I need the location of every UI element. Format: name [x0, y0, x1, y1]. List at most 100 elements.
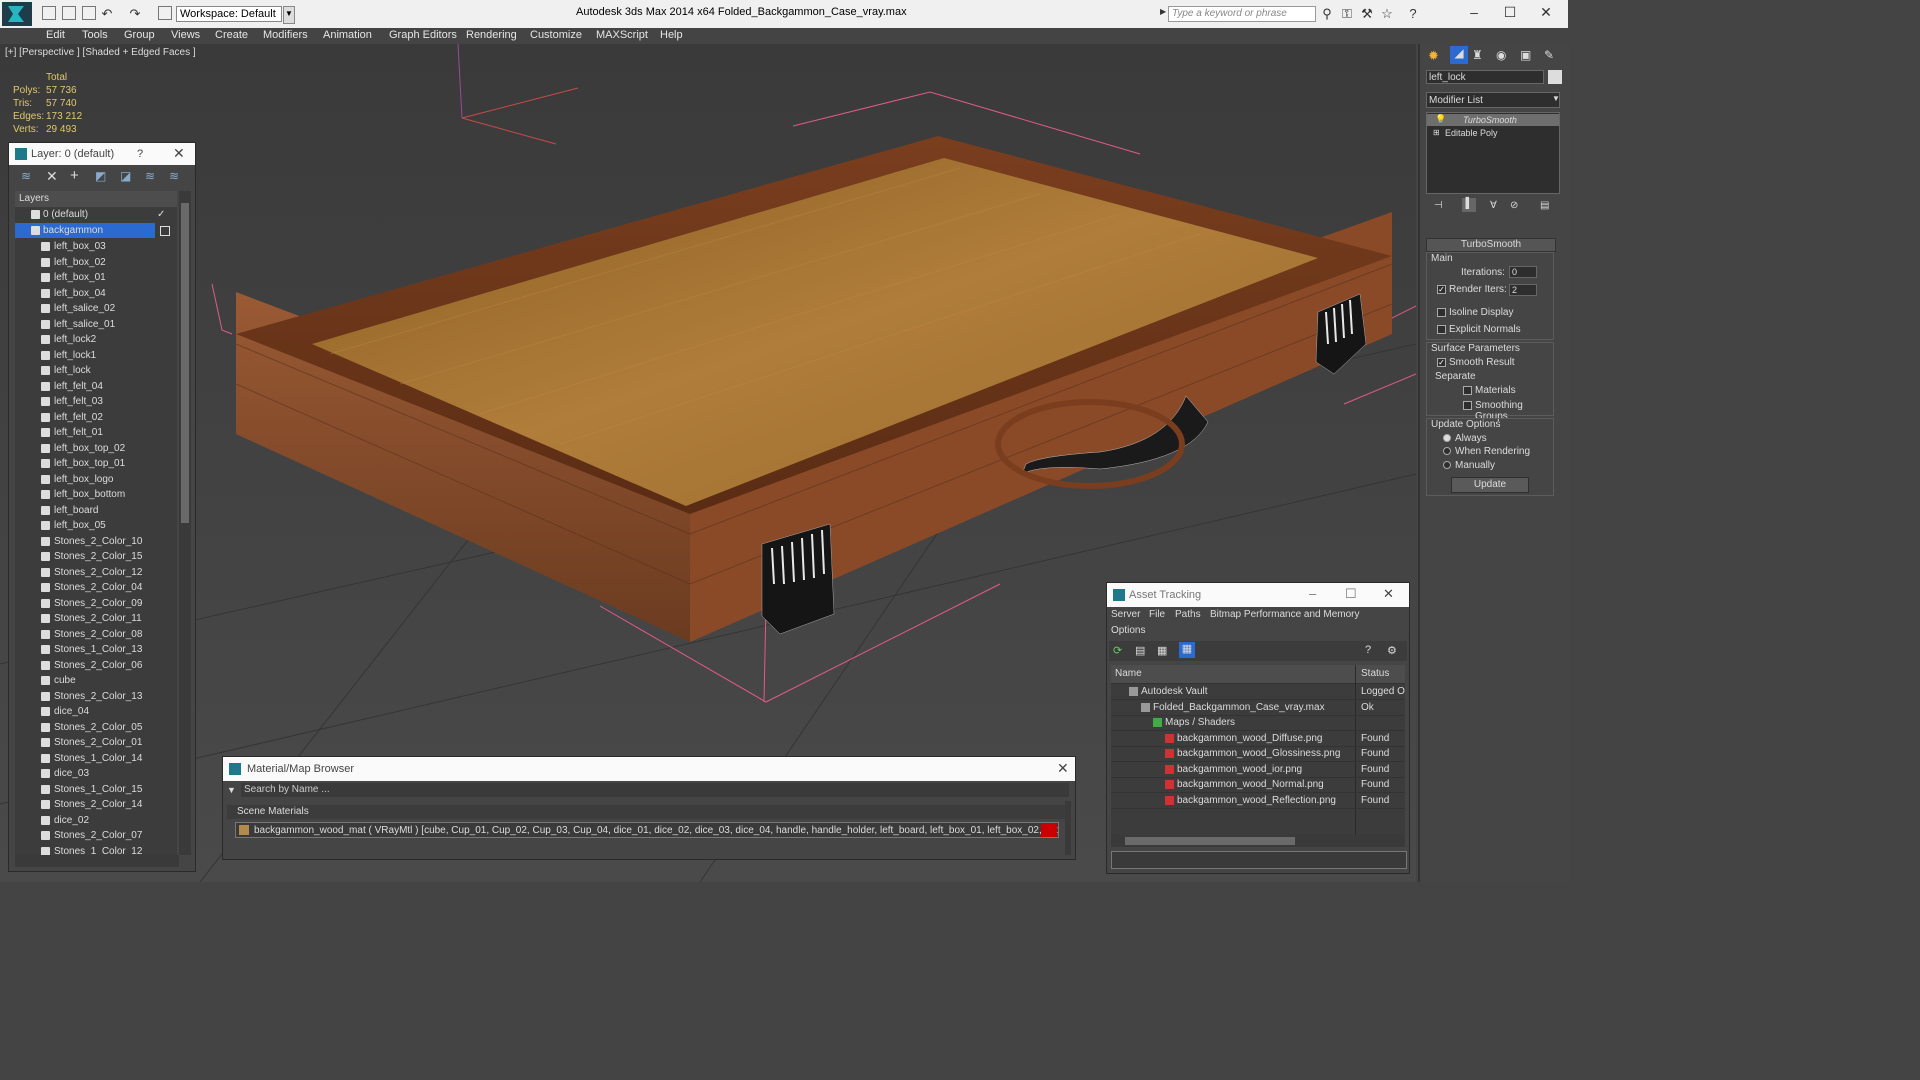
object-color-swatch[interactable]: [1548, 70, 1562, 84]
asset-maximize-icon[interactable]: ☐: [1345, 586, 1357, 602]
stack-item-editable-poly[interactable]: Editable Poly: [1427, 127, 1559, 139]
always-radio[interactable]: [1443, 434, 1451, 442]
favorites-star-icon[interactable]: ☆: [1380, 7, 1394, 21]
stack-item-turbosmooth[interactable]: TurboSmooth: [1427, 114, 1559, 126]
material-search-input[interactable]: Search by Name ...: [241, 783, 1069, 797]
asset-menu-server[interactable]: Server: [1111, 609, 1140, 620]
layer-object-row[interactable]: left_box_top_02: [15, 441, 175, 456]
layer-object-row[interactable]: left_lock2: [15, 332, 175, 347]
render-iters-spinner[interactable]: 2: [1509, 284, 1537, 296]
table-view-icon[interactable]: ▦: [1179, 642, 1195, 658]
browser-options-icon[interactable]: ▼: [227, 785, 237, 795]
expand-icon[interactable]: ⊞: [1433, 128, 1440, 137]
asset-hscrollbar[interactable]: [1111, 835, 1405, 847]
select-objects-icon[interactable]: ◩: [95, 169, 106, 183]
save-file-icon[interactable]: [82, 6, 96, 20]
layer-object-row[interactable]: Stones_1_Color_15: [15, 782, 175, 797]
modify-tab-icon[interactable]: ◢: [1450, 46, 1468, 64]
asset-close-icon[interactable]: ✕: [1383, 586, 1394, 602]
layer-checkbox[interactable]: [160, 226, 170, 236]
freeze-layers-icon[interactable]: ≋: [169, 169, 179, 183]
material-browser-titlebar[interactable]: Material/Map Browser ✕: [223, 757, 1075, 781]
project-folder-icon[interactable]: [158, 6, 172, 20]
motion-tab-icon[interactable]: ◉: [1496, 48, 1506, 62]
layer-hscrollbar[interactable]: [15, 855, 179, 867]
configure-sets-icon[interactable]: ▤: [1540, 200, 1549, 211]
manually-radio[interactable]: [1443, 461, 1451, 469]
asset-help-icon[interactable]: ?: [1365, 644, 1371, 656]
asset-row[interactable]: Autodesk Vault Logged O: [1111, 684, 1405, 700]
turbosmooth-rollout-header[interactable]: TurboSmooth: [1426, 238, 1556, 252]
material-scrollbar[interactable]: [1065, 801, 1071, 855]
layer-object-row[interactable]: left_box_top_01: [15, 456, 175, 471]
help-icon[interactable]: ?: [1406, 7, 1420, 21]
layer-object-row[interactable]: Stones_2_Color_11: [15, 611, 175, 626]
smooth-result-checkbox[interactable]: ✓: [1437, 358, 1446, 367]
layer-panel-titlebar[interactable]: Layer: 0 (default) ? ✕: [9, 143, 195, 165]
communication-icon[interactable]: ⚒: [1360, 7, 1374, 21]
layer-object-row[interactable]: Stones_2_Color_06: [15, 658, 175, 673]
layer-object-row[interactable]: Stones_2_Color_07: [15, 828, 175, 843]
menu-rendering[interactable]: Rendering: [466, 28, 517, 42]
layer-object-row[interactable]: left_salice_02: [15, 301, 175, 316]
layer-object-row[interactable]: left_board: [15, 503, 175, 518]
layer-object-row[interactable]: dice_03: [15, 766, 175, 781]
menu-views[interactable]: Views: [171, 28, 200, 42]
folder-view-icon[interactable]: ▦: [1157, 644, 1167, 657]
menu-edit[interactable]: Edit: [46, 28, 65, 42]
modifier-list-dropdown[interactable]: Modifier List: [1426, 92, 1560, 108]
search-expand-icon[interactable]: ▶: [1160, 7, 1166, 21]
layer-object-row[interactable]: Stones_1_Color_14: [15, 751, 175, 766]
menu-customize[interactable]: Customize: [530, 28, 582, 42]
layer-object-row[interactable]: left_felt_03: [15, 394, 175, 409]
asset-row[interactable]: backgammon_wood_Normal.png Found: [1111, 777, 1405, 793]
hierarchy-tab-icon[interactable]: ♜: [1472, 48, 1483, 62]
modifier-stack[interactable]: TurboSmooth 💡 Editable Poly ⊞: [1426, 112, 1560, 194]
minimize-icon[interactable]: –: [1464, 4, 1484, 20]
asset-path-field[interactable]: [1111, 851, 1407, 869]
layer-backgammon[interactable]: backgammon: [15, 223, 155, 238]
search-input[interactable]: Type a keyword or phrase: [1168, 6, 1316, 22]
bulb-icon[interactable]: 💡: [1435, 114, 1446, 125]
layer-object-row[interactable]: dice_04: [15, 704, 175, 719]
layer-object-row[interactable]: cube: [15, 673, 175, 688]
asset-table[interactable]: Name Status Autodesk Vault Logged O Folded…: [1111, 665, 1405, 835]
remove-modifier-icon[interactable]: ⊘: [1510, 200, 1518, 211]
layer-object-row[interactable]: Stones_1_Color_13: [15, 642, 175, 657]
scene-materials-section[interactable]: Scene Materials: [227, 805, 1065, 819]
subscription-icon[interactable]: ⚿: [1340, 7, 1354, 21]
layer-object-row[interactable]: Stones_2_Color_13: [15, 689, 175, 704]
layer-object-row[interactable]: left_lock: [15, 363, 175, 378]
refresh-icon[interactable]: ⟳: [1113, 644, 1122, 657]
material-entry[interactable]: backgammon_wood_mat ( VRayMtl ) [cube, C…: [235, 822, 1059, 838]
layer-object-row[interactable]: left_box_05: [15, 518, 175, 533]
layer-object-row[interactable]: Stones_2_Color_08: [15, 627, 175, 642]
layer-help-button[interactable]: ?: [137, 148, 143, 160]
new-file-icon[interactable]: [42, 6, 56, 20]
when-rendering-radio[interactable]: [1443, 447, 1451, 455]
object-name-field[interactable]: left_lock: [1426, 70, 1544, 84]
app-logo-icon[interactable]: [2, 2, 32, 26]
layer-object-row[interactable]: left_lock1: [15, 348, 175, 363]
create-tab-icon[interactable]: ✹: [1428, 48, 1439, 64]
asset-menu-file[interactable]: File: [1149, 609, 1165, 620]
asset-minimize-icon[interactable]: –: [1309, 586, 1316, 601]
layer-settings-icon[interactable]: ≋: [21, 169, 31, 183]
asset-menu-options[interactable]: Options: [1111, 625, 1145, 636]
asset-row[interactable]: backgammon_wood_Reflection.png Found: [1111, 793, 1405, 809]
iterations-spinner[interactable]: 0: [1509, 266, 1537, 278]
menu-animation[interactable]: Animation: [323, 28, 372, 42]
update-button[interactable]: Update: [1451, 477, 1529, 493]
hide-layers-icon[interactable]: ≋: [145, 169, 155, 183]
layer-object-row[interactable]: Stones_2_Color_09: [15, 596, 175, 611]
layer-object-row[interactable]: Stones_1_Color_12: [15, 844, 175, 855]
layer-object-row[interactable]: Stones_2_Color_14: [15, 797, 175, 812]
layer-object-row[interactable]: Stones_2_Color_10: [15, 534, 175, 549]
menu-group[interactable]: Group: [124, 28, 155, 42]
binoculars-icon[interactable]: ⚲: [1320, 7, 1334, 21]
layer-object-row[interactable]: left_felt_02: [15, 410, 175, 425]
delete-layer-icon[interactable]: ✕: [46, 168, 58, 185]
asset-row[interactable]: backgammon_wood_Glossiness.png Found: [1111, 746, 1405, 762]
layer-close-icon[interactable]: ✕: [173, 145, 185, 162]
active-layer-check-icon[interactable]: ✓: [157, 207, 165, 222]
